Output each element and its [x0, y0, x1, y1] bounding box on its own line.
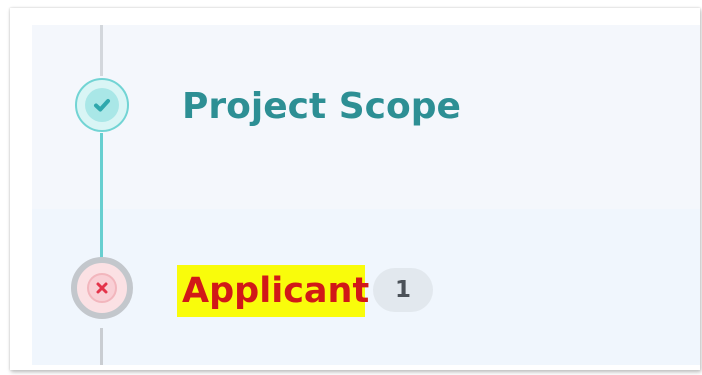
step-status-error: [71, 257, 133, 319]
x-icon: [87, 273, 117, 303]
timeline-connector-bottom: [100, 328, 103, 365]
screenshot-frame: Project Scope Applicant 1: [10, 8, 700, 370]
step-status-complete: [75, 78, 129, 132]
step-title-applicant[interactable]: Applicant: [182, 267, 369, 315]
timeline-connector-complete: [100, 133, 103, 270]
step-list: Project Scope Applicant 1: [32, 25, 700, 365]
timeline-connector-top: [100, 25, 103, 76]
error-count-badge: 1: [373, 268, 433, 312]
check-icon: [85, 88, 119, 122]
step-title-project-scope[interactable]: Project Scope: [182, 83, 461, 131]
